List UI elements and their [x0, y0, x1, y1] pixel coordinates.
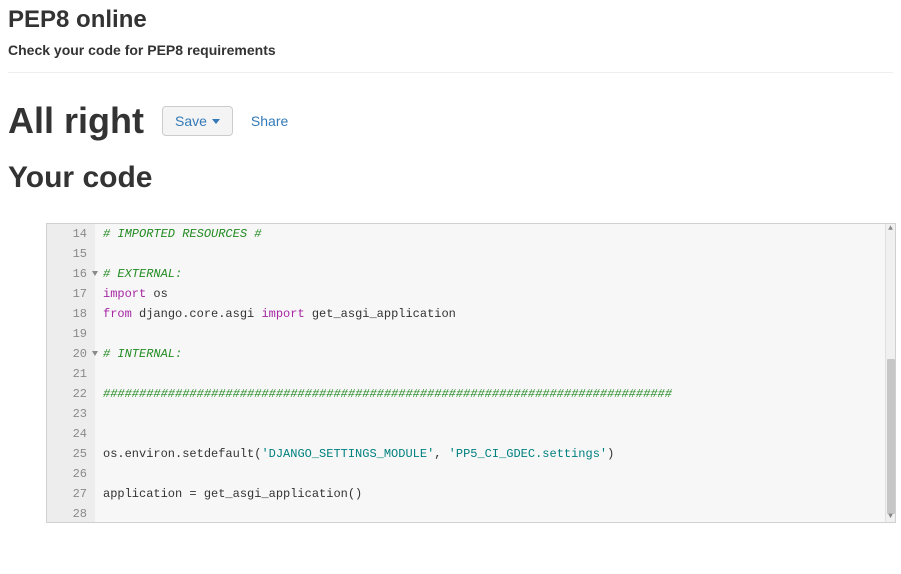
- code-content[interactable]: ########################################…: [95, 384, 672, 404]
- line-number: 15: [47, 244, 95, 264]
- scroll-up-arrow[interactable]: ▲: [886, 224, 895, 234]
- save-button[interactable]: Save: [162, 106, 233, 136]
- code-line[interactable]: 20# INTERNAL:: [47, 344, 885, 364]
- page-title: PEP8 online: [8, 6, 893, 34]
- line-number: 17: [47, 284, 95, 304]
- result-bar: All right Save Share: [8, 103, 893, 139]
- code-line[interactable]: 25os.environ.setdefault('DJANGO_SETTINGS…: [47, 444, 885, 464]
- line-number: 19: [47, 324, 95, 344]
- code-line[interactable]: 27application = get_asgi_application(): [47, 484, 885, 504]
- scroll-down-arrow[interactable]: ▼: [886, 512, 895, 522]
- line-number: 27: [47, 484, 95, 504]
- code-content[interactable]: os.environ.setdefault('DJANGO_SETTINGS_M…: [95, 444, 614, 464]
- code-line[interactable]: 16# EXTERNAL:: [47, 264, 885, 284]
- code-line[interactable]: 24: [47, 424, 885, 444]
- scroll-thumb[interactable]: [887, 359, 895, 514]
- line-number: 18: [47, 304, 95, 324]
- code-line[interactable]: 23: [47, 404, 885, 424]
- divider: [8, 72, 893, 73]
- line-number: 20: [47, 344, 95, 364]
- code-line[interactable]: 14# IMPORTED RESOURCES #: [47, 224, 885, 244]
- line-number: 24: [47, 424, 95, 444]
- code-line[interactable]: 22######################################…: [47, 384, 885, 404]
- code-content[interactable]: # IMPORTED RESOURCES #: [95, 224, 261, 244]
- code-line[interactable]: 19: [47, 324, 885, 344]
- line-number: 22: [47, 384, 95, 404]
- code-content[interactable]: # INTERNAL:: [95, 344, 182, 364]
- code-content[interactable]: application = get_asgi_application(): [95, 484, 362, 504]
- fold-icon[interactable]: [92, 271, 98, 276]
- fold-icon[interactable]: [92, 351, 98, 356]
- line-number: 25: [47, 444, 95, 464]
- code-content[interactable]: # EXTERNAL:: [95, 264, 182, 284]
- code-content[interactable]: from django.core.asgi import get_asgi_ap…: [95, 304, 456, 324]
- line-number: 16: [47, 264, 95, 284]
- save-button-label: Save: [175, 113, 207, 129]
- code-line[interactable]: 26: [47, 464, 885, 484]
- code-line[interactable]: 21: [47, 364, 885, 384]
- result-heading: All right: [8, 103, 144, 139]
- code-line[interactable]: 28: [47, 504, 885, 522]
- code-line[interactable]: 18from django.core.asgi import get_asgi_…: [47, 304, 885, 324]
- line-number: 14: [47, 224, 95, 244]
- caret-down-icon: [212, 119, 220, 124]
- line-number: 21: [47, 364, 95, 384]
- code-content[interactable]: import os: [95, 284, 168, 304]
- code-editor[interactable]: 14# IMPORTED RESOURCES #1516# EXTERNAL:1…: [46, 223, 896, 523]
- page-subtitle: Check your code for PEP8 requirements: [8, 42, 893, 58]
- code-line[interactable]: 15: [47, 244, 885, 264]
- code-line[interactable]: 17import os: [47, 284, 885, 304]
- line-number: 28: [47, 504, 95, 522]
- share-link[interactable]: Share: [251, 113, 288, 129]
- your-code-heading: Your code: [8, 161, 893, 195]
- scrollbar[interactable]: ▲ ▼: [885, 224, 895, 522]
- line-number: 23: [47, 404, 95, 424]
- line-number: 26: [47, 464, 95, 484]
